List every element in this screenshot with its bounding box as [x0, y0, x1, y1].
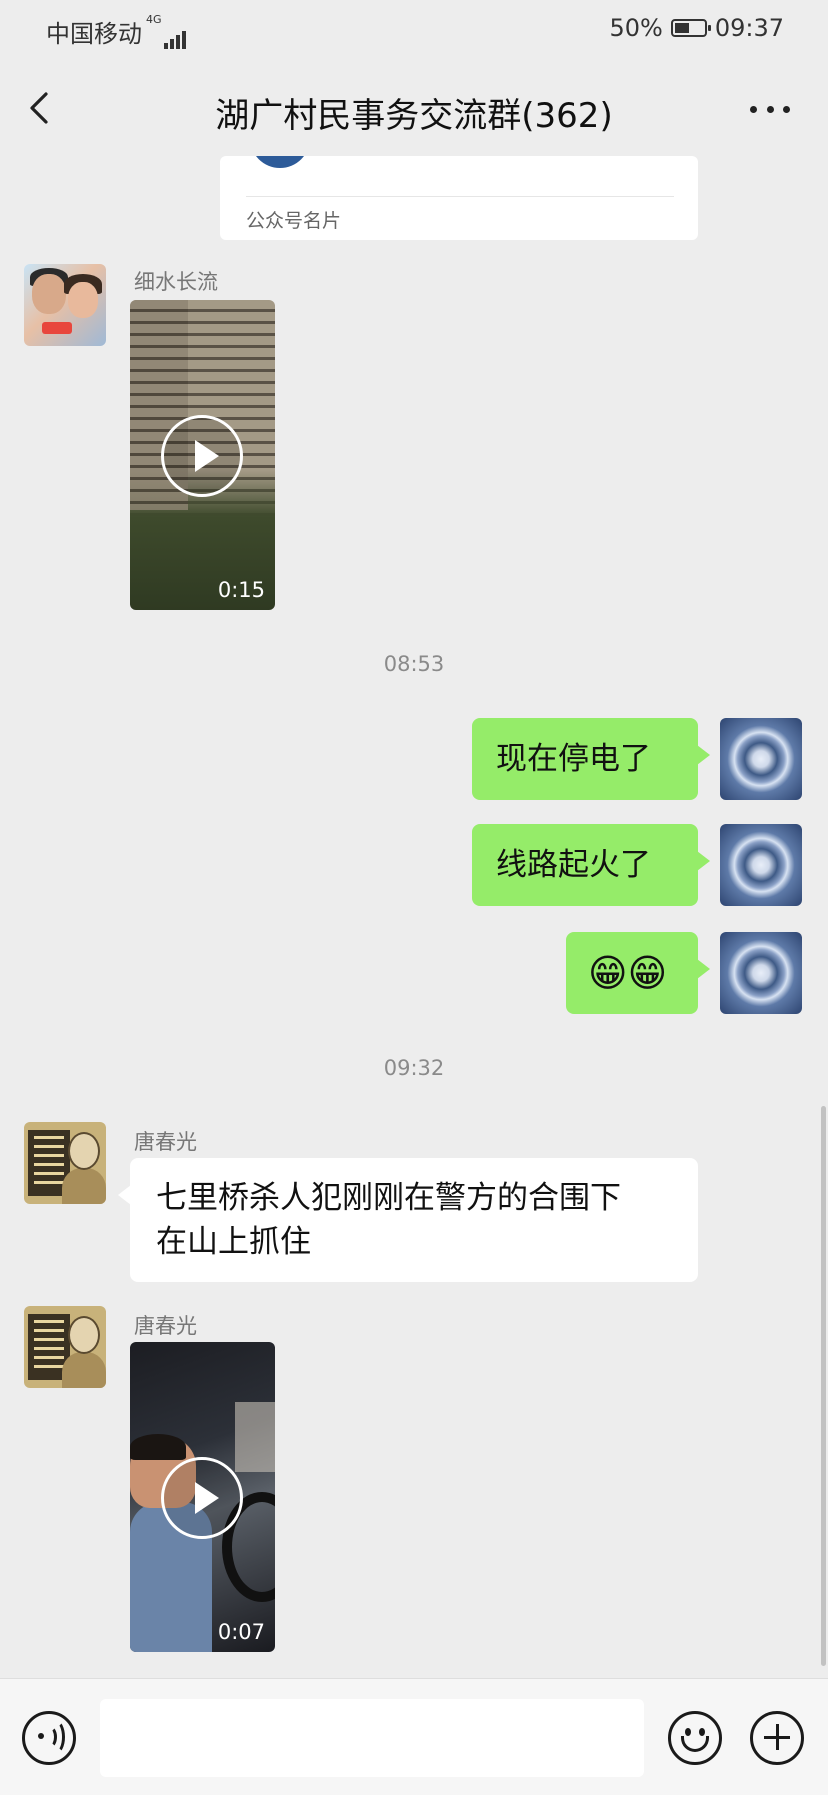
signal-icon: [163, 21, 188, 49]
voice-icon[interactable]: [22, 1711, 76, 1765]
plus-icon[interactable]: [750, 1711, 804, 1765]
nav-bar: 湖广村民事务交流群(362): [0, 60, 828, 156]
incoming-message[interactable]: 七里桥杀人犯刚刚在警方的合围下 在山上抓住: [118, 1158, 698, 1282]
battery-icon: [670, 19, 711, 37]
network-type: 4G: [146, 13, 162, 26]
avatar-tangchunguang[interactable]: [24, 1122, 106, 1204]
message-line: 七里桥杀人犯刚刚在警方的合围下: [156, 1180, 621, 1216]
emoji-icon[interactable]: [668, 1711, 722, 1765]
avatar-self[interactable]: [720, 824, 802, 906]
more-options-icon[interactable]: [750, 104, 790, 114]
timestamp: 08:53: [383, 652, 445, 676]
video-message[interactable]: 0:07: [130, 1342, 275, 1652]
avatar-tangchunguang[interactable]: [24, 1306, 106, 1388]
avatar-self[interactable]: [720, 932, 802, 1014]
chat-title: 湖广村民事务交流群(362): [215, 96, 613, 136]
account-logo-icon: [250, 156, 310, 168]
sender-name: 唐春光: [134, 1130, 197, 1154]
video-message[interactable]: 0:15: [130, 300, 275, 610]
play-icon[interactable]: [161, 415, 243, 497]
play-icon[interactable]: [161, 1457, 243, 1539]
message-line: 在山上抓住: [156, 1224, 311, 1260]
timestamp: 09:32: [383, 1056, 445, 1080]
scrollbar[interactable]: [821, 1106, 826, 1666]
card-divider: [246, 196, 674, 197]
carrier-info: 中国移动 4G: [46, 14, 188, 49]
sender-name: 唐春光: [134, 1314, 197, 1338]
status-right: 50% 09:37: [609, 14, 784, 42]
chat-messages[interactable]: 公众号名片 细水长流 0:15 08:53 现在停电了 线路起火了 😁😁 09:…: [0, 156, 828, 1678]
outgoing-message[interactable]: 现在停电了: [472, 718, 710, 800]
card-type-label: 公众号名片: [246, 210, 342, 232]
status-bar: 中国移动 4G 50% 09:37: [0, 0, 828, 60]
video-duration: 0:15: [217, 578, 265, 602]
message-input[interactable]: [100, 1699, 644, 1777]
input-bar: [0, 1678, 828, 1795]
clock: 09:37: [714, 14, 784, 42]
video-duration: 0:07: [217, 1620, 265, 1644]
outgoing-emoji-message[interactable]: 😁😁: [566, 932, 710, 1014]
avatar-self[interactable]: [720, 718, 802, 800]
official-account-card[interactable]: 公众号名片: [220, 156, 698, 240]
outgoing-message[interactable]: 线路起火了: [472, 824, 710, 906]
carrier-name: 中国移动: [46, 20, 142, 48]
sender-name: 细水长流: [134, 270, 218, 294]
avatar-xishuichangliu[interactable]: [24, 264, 106, 346]
battery-percent: 50%: [609, 14, 663, 42]
